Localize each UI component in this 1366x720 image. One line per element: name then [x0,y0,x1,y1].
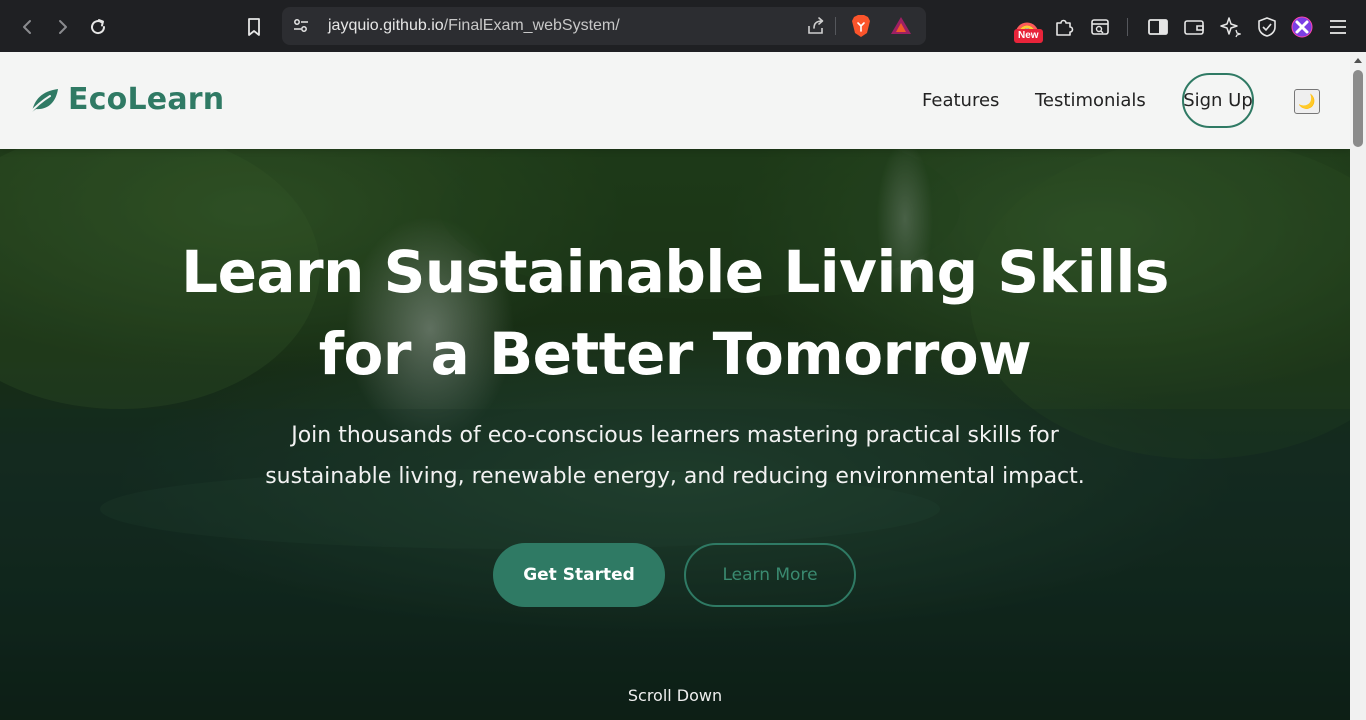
theme-toggle-button[interactable]: 🌙 [1294,89,1320,114]
scroll-down-hint[interactable]: Scroll Down [0,686,1350,705]
page-viewport: EcoLearn Features Testimonials Sign Up 🌙… [0,52,1350,720]
hero-content: Learn Sustainable Living Skills for a Be… [0,149,1350,720]
leo-ai-button[interactable] [1212,9,1248,45]
wallet-icon [1184,20,1204,35]
urlbar-divider [835,17,836,35]
reload-icon [91,19,106,35]
shield-icon [1258,17,1276,37]
nav-link-features[interactable]: Features [922,90,999,111]
back-arrow-icon [23,20,31,34]
hero-section: Learn Sustainable Living Skills for a Be… [0,149,1350,720]
scroll-up-arrow-icon[interactable] [1354,58,1362,63]
puzzle-icon [1056,19,1074,36]
url-path: /FinalExam_webSystem/ [443,17,620,34]
reader-mode-button[interactable] [1082,9,1118,45]
browser-toolbar: jayquio.github.io/FinalExam_webSystem/ N… [0,0,1366,52]
extensions-button[interactable] [1046,9,1082,45]
bookmark-icon [248,18,260,36]
moon-icon: 🌙 [1298,93,1316,109]
sparkle-icon [1220,17,1241,38]
wallet-button[interactable] [1176,9,1212,45]
toolbar-divider [1127,18,1128,36]
hero-subtitle-line-2: sustainable living, renewable energy, an… [265,464,1085,489]
share-icon[interactable] [806,16,826,40]
address-bar[interactable]: jayquio.github.io/FinalExam_webSystem/ [282,7,926,45]
brave-shields-icon[interactable] [850,14,872,42]
forward-arrow-icon [59,20,67,34]
hero-subtitle: Join thousands of eco-conscious learners… [225,415,1125,497]
leaf-icon [29,88,58,114]
signup-button[interactable]: Sign Up [1182,73,1254,128]
profile-button[interactable] [1284,9,1320,45]
forward-button[interactable] [44,9,80,45]
new-badge: New [1014,29,1043,43]
hero-title: Learn Sustainable Living Skills for a Be… [0,231,1350,395]
profile-avatar-icon [1291,16,1313,38]
brand-name: EcoLearn [68,82,225,117]
vpn-button[interactable] [1249,9,1285,45]
url-text[interactable]: jayquio.github.io/FinalExam_webSystem/ [328,7,620,45]
url-host: jayquio.github.io [328,17,444,34]
sidebar-button[interactable] [1140,9,1176,45]
bookmark-button[interactable] [236,9,272,45]
back-button[interactable] [10,9,46,45]
hero-subtitle-line-1: Join thousands of eco-conscious learners… [291,423,1059,448]
site-settings-icon[interactable] [292,17,310,39]
sidebar-icon [1148,19,1168,35]
menu-button[interactable] [1320,9,1356,45]
reload-button[interactable] [80,9,116,45]
scrollbar-thumb[interactable] [1353,70,1363,147]
brand-logo[interactable]: EcoLearn [28,82,224,117]
get-started-button[interactable]: Get Started [493,543,665,607]
nav-link-testimonials[interactable]: Testimonials [1035,90,1146,111]
site-navbar: EcoLearn Features Testimonials Sign Up 🌙 [0,52,1350,149]
reader-icon [1091,19,1109,35]
hero-title-line-2: for a Better Tomorrow [318,320,1032,388]
learn-more-button[interactable]: Learn More [684,543,856,607]
hamburger-menu-icon [1330,20,1346,34]
page-scrollbar[interactable] [1350,52,1366,720]
brave-rewards-icon[interactable] [890,15,912,41]
hero-title-line-1: Learn Sustainable Living Skills [181,238,1169,306]
